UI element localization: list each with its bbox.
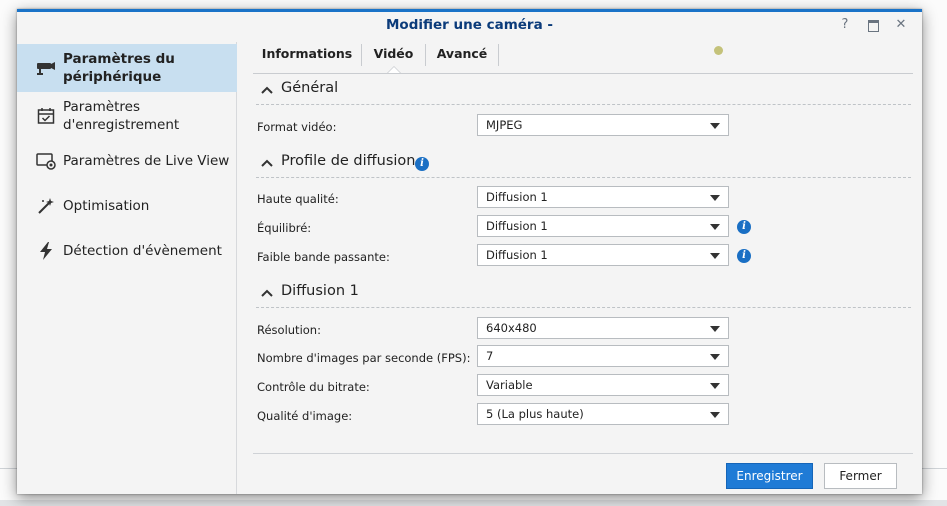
background-bottom-bar bbox=[0, 500, 947, 506]
chevron-up-icon[interactable] bbox=[260, 286, 274, 300]
tab-informations[interactable]: Informations bbox=[253, 42, 361, 72]
liveview-icon bbox=[35, 151, 57, 171]
low-bandwidth-label: Faible bande passante: bbox=[257, 250, 390, 264]
tab-bar: Informations Vidéo Avancé bbox=[253, 42, 913, 74]
high-quality-select[interactable]: Diffusion 1 bbox=[477, 186, 729, 208]
footer-divider bbox=[253, 453, 913, 454]
sidebar-item-label: Paramètres d'enregistrement bbox=[63, 99, 180, 133]
section-title: Profile de diffusion bbox=[281, 153, 416, 169]
magic-wand-icon bbox=[35, 196, 57, 216]
chevron-down-icon bbox=[710, 326, 720, 332]
select-value: 640x480 bbox=[486, 321, 537, 335]
chevron-down-icon bbox=[710, 195, 720, 201]
select-value: Diffusion 1 bbox=[486, 248, 548, 262]
section-title: Général bbox=[281, 80, 339, 96]
select-value: 7 bbox=[486, 349, 494, 363]
sidebar-item-liveview-settings[interactable]: Paramètres de Live View bbox=[17, 148, 237, 174]
select-value: 5 (La plus haute) bbox=[486, 407, 584, 421]
dialog-title: Modifier une caméra - bbox=[385, 17, 553, 33]
tab-avance[interactable]: Avancé bbox=[426, 42, 498, 72]
section-profile: Profile de diffusion i bbox=[256, 153, 911, 178]
save-button[interactable]: Enregistrer bbox=[726, 463, 813, 489]
help-icon[interactable]: ? bbox=[838, 17, 852, 33]
window-controls: ? ✕ bbox=[838, 17, 908, 33]
format-video-select[interactable]: MJPEG bbox=[477, 114, 729, 136]
close-icon[interactable]: ✕ bbox=[894, 17, 908, 33]
select-value: Diffusion 1 bbox=[486, 219, 548, 233]
edit-camera-dialog: Modifier une caméra - ? ✕ Paramètres du … bbox=[17, 9, 922, 494]
chevron-up-icon[interactable] bbox=[260, 156, 274, 170]
fps-select[interactable]: 7 bbox=[477, 345, 729, 367]
sidebar-item-optimisation[interactable]: Optimisation bbox=[17, 193, 237, 219]
maximize-icon[interactable] bbox=[866, 17, 880, 33]
chevron-down-icon bbox=[710, 354, 720, 360]
balanced-select[interactable]: Diffusion 1 bbox=[477, 215, 729, 237]
chevron-down-icon bbox=[710, 123, 720, 129]
sidebar-item-device-settings[interactable]: Paramètres du périphérique bbox=[17, 44, 237, 92]
section-diffusion: Diffusion 1 bbox=[256, 283, 911, 308]
resolution-label: Résolution: bbox=[257, 323, 321, 337]
select-value: MJPEG bbox=[486, 118, 523, 132]
title-bar[interactable]: Modifier une caméra - ? ✕ bbox=[17, 12, 922, 42]
low-bandwidth-select[interactable]: Diffusion 1 bbox=[477, 244, 729, 266]
select-value: Variable bbox=[486, 378, 533, 392]
sidebar: Paramètres du périphérique Paramètres d'… bbox=[17, 42, 237, 494]
chevron-down-icon bbox=[710, 224, 720, 230]
sidebar-item-recording-settings[interactable]: Paramètres d'enregistrement bbox=[17, 94, 237, 138]
tab-divider bbox=[498, 44, 499, 66]
image-quality-select[interactable]: 5 (La plus haute) bbox=[477, 403, 729, 425]
balanced-label: Équilibré: bbox=[257, 221, 312, 235]
chevron-up-icon[interactable] bbox=[260, 83, 274, 97]
image-quality-label: Qualité d'image: bbox=[257, 409, 353, 423]
sidebar-item-label: Détection d'évènement bbox=[63, 243, 222, 259]
camera-icon bbox=[35, 58, 57, 78]
close-button[interactable]: Fermer bbox=[824, 463, 897, 489]
bitrate-control-label: Contrôle du bitrate: bbox=[257, 380, 370, 394]
chevron-down-icon bbox=[710, 383, 720, 389]
fps-label: Nombre d'images par seconde (FPS): bbox=[257, 351, 471, 365]
chevron-down-icon bbox=[710, 253, 720, 259]
tab-video[interactable]: Vidéo bbox=[362, 42, 425, 73]
calendar-icon bbox=[35, 106, 57, 126]
section-general: Général bbox=[256, 80, 911, 105]
select-value: Diffusion 1 bbox=[486, 190, 548, 204]
lightning-icon bbox=[35, 241, 57, 261]
high-quality-label: Haute qualité: bbox=[257, 192, 339, 206]
section-title: Diffusion 1 bbox=[281, 283, 359, 299]
sidebar-item-label: Optimisation bbox=[63, 198, 150, 214]
chevron-down-icon bbox=[710, 412, 720, 418]
info-icon[interactable]: i bbox=[737, 220, 751, 234]
info-icon[interactable]: i bbox=[415, 157, 429, 171]
bitrate-control-select[interactable]: Variable bbox=[477, 374, 729, 396]
sidebar-item-event-detection[interactable]: Détection d'évènement bbox=[17, 238, 237, 264]
sidebar-item-label: Paramètres du périphérique bbox=[63, 51, 175, 85]
status-indicator-dot bbox=[714, 46, 723, 55]
info-icon[interactable]: i bbox=[737, 249, 751, 263]
format-video-label: Format vidéo: bbox=[257, 120, 337, 134]
resolution-select[interactable]: 640x480 bbox=[477, 317, 729, 339]
sidebar-item-label: Paramètres de Live View bbox=[63, 153, 230, 169]
